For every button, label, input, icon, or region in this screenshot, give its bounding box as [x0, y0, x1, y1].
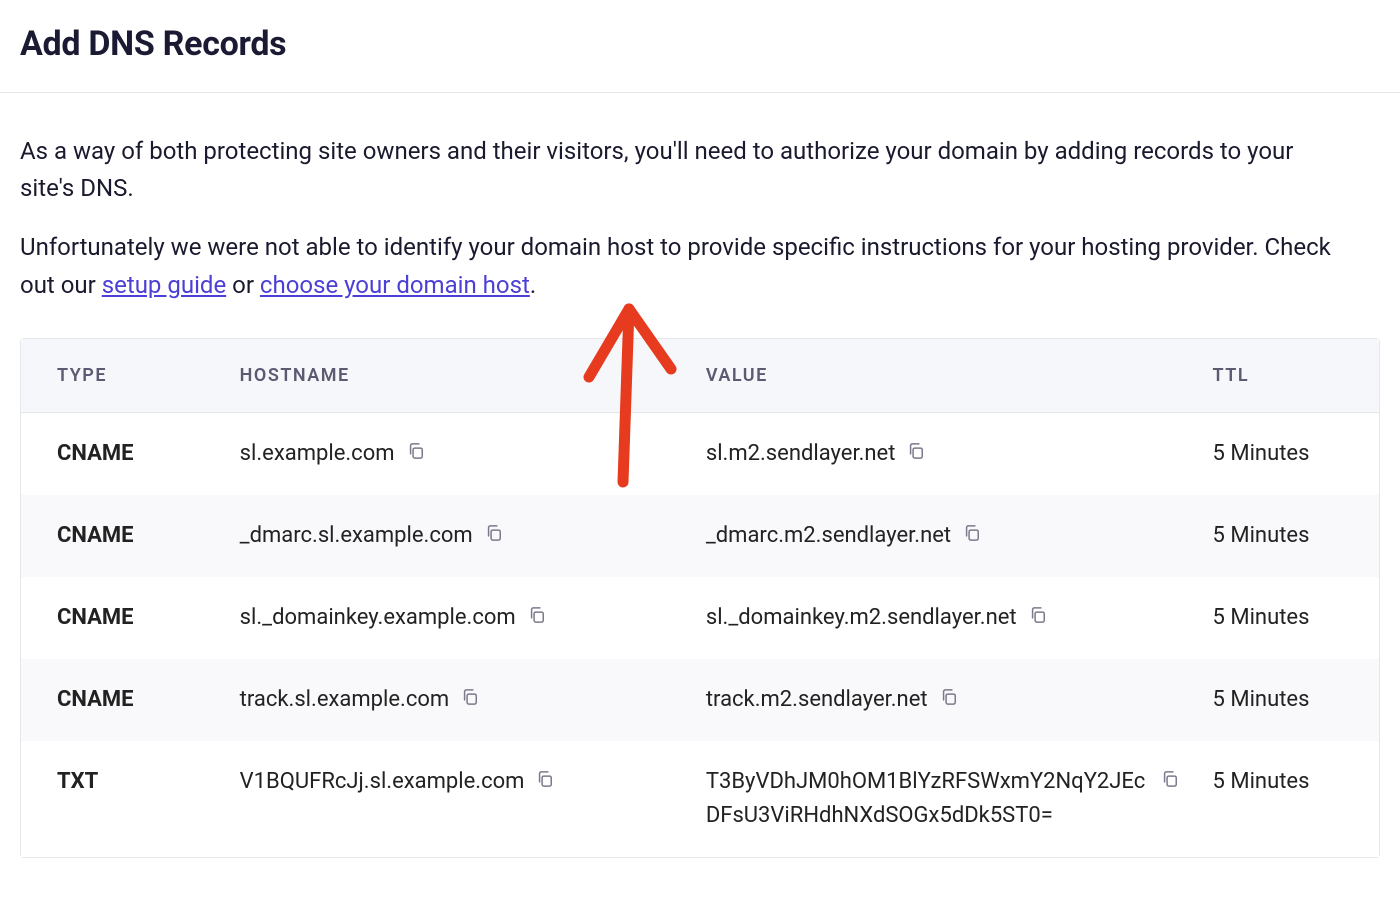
table-header-row: TYPE HOSTNAME VALUE TTL: [21, 339, 1379, 413]
page-title: Add DNS Records: [20, 24, 1380, 64]
cell-ttl: 5 Minutes: [1197, 577, 1379, 659]
copy-hostname-icon[interactable]: [526, 604, 548, 626]
copy-value-icon[interactable]: [905, 440, 927, 462]
table-row: CNAME _dmarc.sl.example.com _dmarc.m2.send…: [21, 495, 1379, 577]
cell-hostname: track.sl.example.com: [224, 659, 690, 741]
copy-value-icon[interactable]: [938, 686, 960, 708]
copy-hostname-icon[interactable]: [483, 522, 505, 544]
copy-value-icon[interactable]: [1159, 768, 1181, 790]
intro-text-mid: or: [226, 271, 260, 299]
cell-value: sl._domainkey.m2.sendlayer.net: [690, 577, 1197, 659]
intro-text-post: .: [530, 271, 536, 299]
cell-type: CNAME: [21, 577, 224, 659]
hostname-text: sl._domainkey.example.com: [240, 601, 516, 635]
intro-paragraph-2: Unfortunately we were not able to identi…: [20, 229, 1350, 303]
cell-type: TXT: [21, 741, 224, 857]
choose-domain-host-link[interactable]: choose your domain host: [260, 271, 530, 299]
col-header-hostname: HOSTNAME: [224, 339, 690, 413]
table-row: TXT V1BQUFRcJj.sl.example.com T3ByVDhJM0hO…: [21, 741, 1379, 857]
copy-hostname-icon[interactable]: [534, 768, 556, 790]
copy-hostname-icon[interactable]: [459, 686, 481, 708]
hostname-text: _dmarc.sl.example.com: [240, 519, 473, 553]
section-divider: [0, 92, 1400, 93]
cell-hostname: _dmarc.sl.example.com: [224, 495, 690, 577]
table-row: CNAME sl.example.com sl.m2.sendlayer.net 5 …: [21, 412, 1379, 495]
cell-ttl: 5 Minutes: [1197, 659, 1379, 741]
cell-type: CNAME: [21, 495, 224, 577]
value-text: track.m2.sendlayer.net: [706, 683, 928, 717]
hostname-text: track.sl.example.com: [240, 683, 450, 717]
value-text: _dmarc.m2.sendlayer.net: [706, 519, 951, 553]
col-header-ttl: TTL: [1197, 339, 1379, 413]
value-text: sl.m2.sendlayer.net: [706, 437, 896, 471]
cell-ttl: 5 Minutes: [1197, 741, 1379, 857]
col-header-type: TYPE: [21, 339, 224, 413]
table-row: CNAME sl._domainkey.example.com sl._domain…: [21, 577, 1379, 659]
cell-value: sl.m2.sendlayer.net: [690, 412, 1197, 495]
cell-hostname: sl._domainkey.example.com: [224, 577, 690, 659]
value-text: T3ByVDhJM0hOM1BlYzRFSWxmY2NqY2JEcDFsU3Vi…: [706, 765, 1149, 833]
intro-paragraph-1: As a way of both protecting site owners …: [20, 133, 1350, 207]
cell-ttl: 5 Minutes: [1197, 412, 1379, 495]
cell-value: _dmarc.m2.sendlayer.net: [690, 495, 1197, 577]
setup-guide-link[interactable]: setup guide: [102, 271, 226, 299]
cell-value: track.m2.sendlayer.net: [690, 659, 1197, 741]
hostname-text: sl.example.com: [240, 437, 395, 471]
copy-hostname-icon[interactable]: [405, 440, 427, 462]
dns-records-table: TYPE HOSTNAME VALUE TTL CNAME sl.example.…: [21, 339, 1379, 858]
cell-hostname: V1BQUFRcJj.sl.example.com: [224, 741, 690, 857]
copy-value-icon[interactable]: [961, 522, 983, 544]
cell-type: CNAME: [21, 659, 224, 741]
cell-hostname: sl.example.com: [224, 412, 690, 495]
copy-value-icon[interactable]: [1027, 604, 1049, 626]
cell-ttl: 5 Minutes: [1197, 495, 1379, 577]
dns-table-container: TYPE HOSTNAME VALUE TTL CNAME sl.example.…: [20, 338, 1380, 859]
cell-type: CNAME: [21, 412, 224, 495]
col-header-value: VALUE: [690, 339, 1197, 413]
cell-value: T3ByVDhJM0hOM1BlYzRFSWxmY2NqY2JEcDFsU3Vi…: [690, 741, 1197, 857]
table-row: CNAME track.sl.example.com track.m2.sendla…: [21, 659, 1379, 741]
value-text: sl._domainkey.m2.sendlayer.net: [706, 601, 1017, 635]
hostname-text: V1BQUFRcJj.sl.example.com: [240, 765, 525, 799]
